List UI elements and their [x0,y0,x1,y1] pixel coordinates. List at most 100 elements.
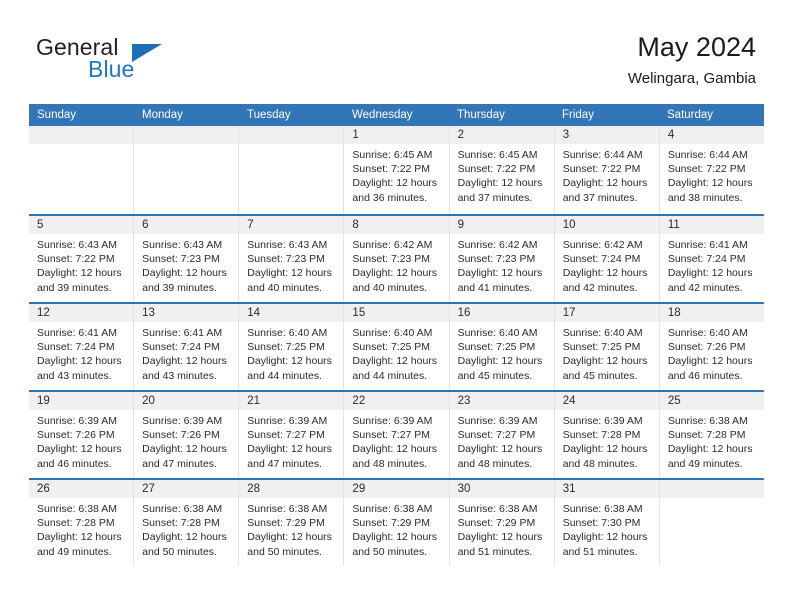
day-number: 11 [659,216,764,234]
sunset-line: Sunset: 7:22 PM [667,163,746,176]
day-cell[interactable]: 9 Sunrise: 6:42 AM Sunset: 7:23 PM Dayli… [448,216,554,302]
daylight-line-1: Daylight: 12 hours [352,267,438,280]
day-number: 15 [344,304,449,322]
sunrise-line: Sunrise: 6:38 AM [562,503,643,515]
sunset-line: Sunset: 7:22 PM [352,163,431,176]
day-cell[interactable]: 30 Sunrise: 6:38 AM Sunset: 7:29 PM Dayl… [448,480,554,566]
day-cell[interactable]: 12 Sunrise: 6:41 AM Sunset: 7:24 PM Dayl… [29,304,134,390]
sunset-line: Sunset: 7:22 PM [562,163,641,176]
daylight-line-2: and 36 minutes. [352,191,428,204]
day-cell[interactable]: 21 Sunrise: 6:39 AM Sunset: 7:27 PM Dayl… [238,392,344,478]
day-cell[interactable]: 8 Sunrise: 6:42 AM Sunset: 7:23 PM Dayli… [343,216,449,302]
day-details: Sunrise: 6:38 AM Sunset: 7:28 PM Dayligh… [660,410,764,471]
sunset-line: Sunset: 7:24 PM [667,253,746,266]
sunset-line: Sunset: 7:22 PM [457,163,536,176]
sunset-line: Sunset: 7:29 PM [352,517,431,530]
sunrise-line: Sunrise: 6:40 AM [457,327,538,339]
daylight-line-1: Daylight: 12 hours [352,531,438,544]
daylight-line-1: Daylight: 12 hours [667,355,753,368]
sunset-line: Sunset: 7:25 PM [457,341,536,354]
day-cell[interactable]: 13 Sunrise: 6:41 AM Sunset: 7:24 PM Dayl… [133,304,239,390]
sunset-line: Sunset: 7:29 PM [457,517,536,530]
sunrise-line: Sunrise: 6:39 AM [562,415,643,427]
day-cell[interactable]: 18 Sunrise: 6:40 AM Sunset: 7:26 PM Dayl… [658,304,764,390]
sunset-line: Sunset: 7:23 PM [457,253,536,266]
day-number: 7 [239,216,344,234]
day-number: 24 [554,392,659,410]
sunrise-line: Sunrise: 6:38 AM [247,503,328,515]
week-row: 12 Sunrise: 6:41 AM Sunset: 7:24 PM Dayl… [29,302,764,390]
day-cell[interactable]: 24 Sunrise: 6:39 AM Sunset: 7:28 PM Dayl… [553,392,659,478]
sunrise-line: Sunrise: 6:42 AM [562,239,643,251]
daylight-line-2: and 40 minutes. [247,281,322,294]
day-number: 2 [449,126,554,144]
sunrise-line: Sunrise: 6:42 AM [352,239,433,251]
sunset-line: Sunset: 7:25 PM [562,341,641,354]
sunrise-line: Sunrise: 6:39 AM [37,415,117,427]
day-cell[interactable]: 14 Sunrise: 6:40 AM Sunset: 7:25 PM Dayl… [238,304,344,390]
sunrise-line: Sunrise: 6:38 AM [37,503,117,515]
sunset-line: Sunset: 7:27 PM [457,429,536,442]
general-blue-logo[interactable]: General Blue [36,34,236,90]
day-cell[interactable]: 16 Sunrise: 6:40 AM Sunset: 7:25 PM Dayl… [448,304,554,390]
day-cell[interactable]: 22 Sunrise: 6:39 AM Sunset: 7:27 PM Dayl… [343,392,449,478]
day-cell[interactable]: 31 Sunrise: 6:38 AM Sunset: 7:30 PM Dayl… [553,480,659,566]
sunset-line: Sunset: 7:23 PM [142,253,220,266]
day-number: 8 [344,216,449,234]
daylight-line-1: Daylight: 12 hours [352,177,438,190]
day-number: 23 [449,392,554,410]
day-cell[interactable]: 28 Sunrise: 6:38 AM Sunset: 7:29 PM Dayl… [238,480,344,566]
sunrise-line: Sunrise: 6:44 AM [667,149,748,161]
day-cell[interactable]: 1 Sunrise: 6:45 AM Sunset: 7:22 PM Dayli… [343,126,449,214]
day-cell[interactable]: 11 Sunrise: 6:41 AM Sunset: 7:24 PM Dayl… [658,216,764,302]
day-details: Sunrise: 6:38 AM Sunset: 7:30 PM Dayligh… [555,498,659,559]
daylight-line-1: Daylight: 12 hours [562,443,648,456]
day-cell[interactable]: 2 Sunrise: 6:45 AM Sunset: 7:22 PM Dayli… [448,126,554,214]
day-cell[interactable] [658,480,764,566]
day-cell[interactable]: 6 Sunrise: 6:43 AM Sunset: 7:23 PM Dayli… [133,216,239,302]
day-cell[interactable] [133,126,239,214]
weekday-header-row: Sunday Monday Tuesday Wednesday Thursday… [29,104,764,126]
day-cell[interactable]: 17 Sunrise: 6:40 AM Sunset: 7:25 PM Dayl… [553,304,659,390]
day-details: Sunrise: 6:39 AM Sunset: 7:26 PM Dayligh… [29,410,133,471]
day-cell[interactable]: 23 Sunrise: 6:39 AM Sunset: 7:27 PM Dayl… [448,392,554,478]
day-cell[interactable] [238,126,344,214]
day-cell[interactable]: 25 Sunrise: 6:38 AM Sunset: 7:28 PM Dayl… [658,392,764,478]
daylight-line-1: Daylight: 12 hours [352,443,438,456]
day-number: 19 [29,392,134,410]
day-number [659,480,764,498]
day-cell[interactable]: 4 Sunrise: 6:44 AM Sunset: 7:22 PM Dayli… [658,126,764,214]
day-cell[interactable]: 27 Sunrise: 6:38 AM Sunset: 7:28 PM Dayl… [133,480,239,566]
day-cell[interactable]: 5 Sunrise: 6:43 AM Sunset: 7:22 PM Dayli… [29,216,134,302]
day-cell[interactable]: 15 Sunrise: 6:40 AM Sunset: 7:25 PM Dayl… [343,304,449,390]
logo-text-blue: Blue [88,56,135,82]
weekday-header-sunday: Sunday [37,109,77,121]
daylight-line-2: and 38 minutes. [667,191,743,204]
day-cell[interactable]: 10 Sunrise: 6:42 AM Sunset: 7:24 PM Dayl… [553,216,659,302]
day-number: 27 [134,480,239,498]
daylight-line-1: Daylight: 12 hours [667,177,753,190]
daylight-line-1: Daylight: 12 hours [457,177,543,190]
day-cell[interactable]: 7 Sunrise: 6:43 AM Sunset: 7:23 PM Dayli… [238,216,344,302]
day-cell[interactable]: 3 Sunrise: 6:44 AM Sunset: 7:22 PM Dayli… [553,126,659,214]
sunset-line: Sunset: 7:22 PM [37,253,115,266]
day-number: 25 [659,392,764,410]
sunrise-line: Sunrise: 6:38 AM [352,503,433,515]
day-cell[interactable] [29,126,134,214]
day-number: 26 [29,480,134,498]
daylight-line-2: and 39 minutes. [37,281,112,294]
day-cell[interactable]: 26 Sunrise: 6:38 AM Sunset: 7:28 PM Dayl… [29,480,134,566]
day-number: 1 [344,126,449,144]
sunset-line: Sunset: 7:24 PM [142,341,220,354]
sunrise-line: Sunrise: 6:39 AM [142,415,223,427]
day-cell[interactable]: 20 Sunrise: 6:39 AM Sunset: 7:26 PM Dayl… [133,392,239,478]
day-details: Sunrise: 6:44 AM Sunset: 7:22 PM Dayligh… [555,144,659,205]
daylight-line-1: Daylight: 12 hours [562,267,648,280]
day-details: Sunrise: 6:43 AM Sunset: 7:23 PM Dayligh… [134,234,238,295]
weekday-header-wednesday: Wednesday [352,109,413,121]
sunrise-line: Sunrise: 6:38 AM [667,415,748,427]
day-cell[interactable]: 29 Sunrise: 6:38 AM Sunset: 7:29 PM Dayl… [343,480,449,566]
day-number: 29 [344,480,449,498]
daylight-line-2: and 48 minutes. [352,457,428,470]
day-cell[interactable]: 19 Sunrise: 6:39 AM Sunset: 7:26 PM Dayl… [29,392,134,478]
